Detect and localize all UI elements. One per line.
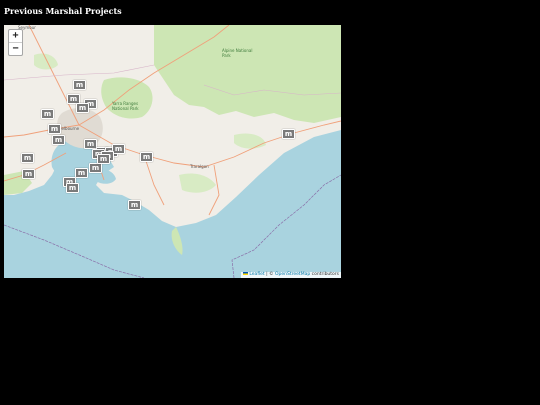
project-marker[interactable]: m xyxy=(89,163,102,173)
project-marker[interactable]: m xyxy=(48,124,61,134)
leaflet-link[interactable]: Leaflet xyxy=(249,272,264,277)
project-marker[interactable]: m xyxy=(140,152,153,162)
project-marker[interactable]: m xyxy=(41,109,54,119)
label-melbourne: Melbourne xyxy=(58,126,80,131)
project-marker[interactable]: m xyxy=(128,200,141,210)
project-marker[interactable]: m xyxy=(52,135,65,145)
project-marker[interactable]: m xyxy=(97,154,110,164)
label-yarra: Yarra Ranges National Park xyxy=(112,101,139,111)
label-traralgon: Traralgon xyxy=(190,164,209,169)
map-attribution: Leaflet | © OpenStreetMap contributors xyxy=(240,272,341,278)
project-marker[interactable]: m xyxy=(66,183,79,193)
map-tiles[interactable] xyxy=(4,25,341,278)
attribution-suffix: contributors xyxy=(310,272,339,277)
project-marker[interactable]: m xyxy=(75,168,88,178)
project-map[interactable]: Melbourne Traralgon Alpine National Park… xyxy=(4,25,341,278)
project-marker[interactable]: m xyxy=(76,103,89,113)
attribution-separator: | © xyxy=(264,272,275,277)
project-marker[interactable]: m xyxy=(22,169,35,179)
osm-link[interactable]: OpenStreetMap xyxy=(275,272,310,277)
project-marker[interactable]: m xyxy=(21,153,34,163)
maritime-boundary xyxy=(4,224,145,278)
project-marker[interactable]: m xyxy=(282,129,295,139)
zoom-control: + − xyxy=(8,29,23,56)
zoom-in-button[interactable]: + xyxy=(9,30,22,42)
wilsons-promontory xyxy=(171,227,183,255)
project-marker[interactable]: m xyxy=(73,80,86,90)
zoom-out-button[interactable]: − xyxy=(9,42,22,55)
label-alpine: Alpine National Park xyxy=(222,48,253,58)
page-title: Previous Marshal Projects xyxy=(4,6,122,16)
maritime-boundary-east xyxy=(231,174,341,278)
ukraine-flag-icon xyxy=(242,272,248,275)
